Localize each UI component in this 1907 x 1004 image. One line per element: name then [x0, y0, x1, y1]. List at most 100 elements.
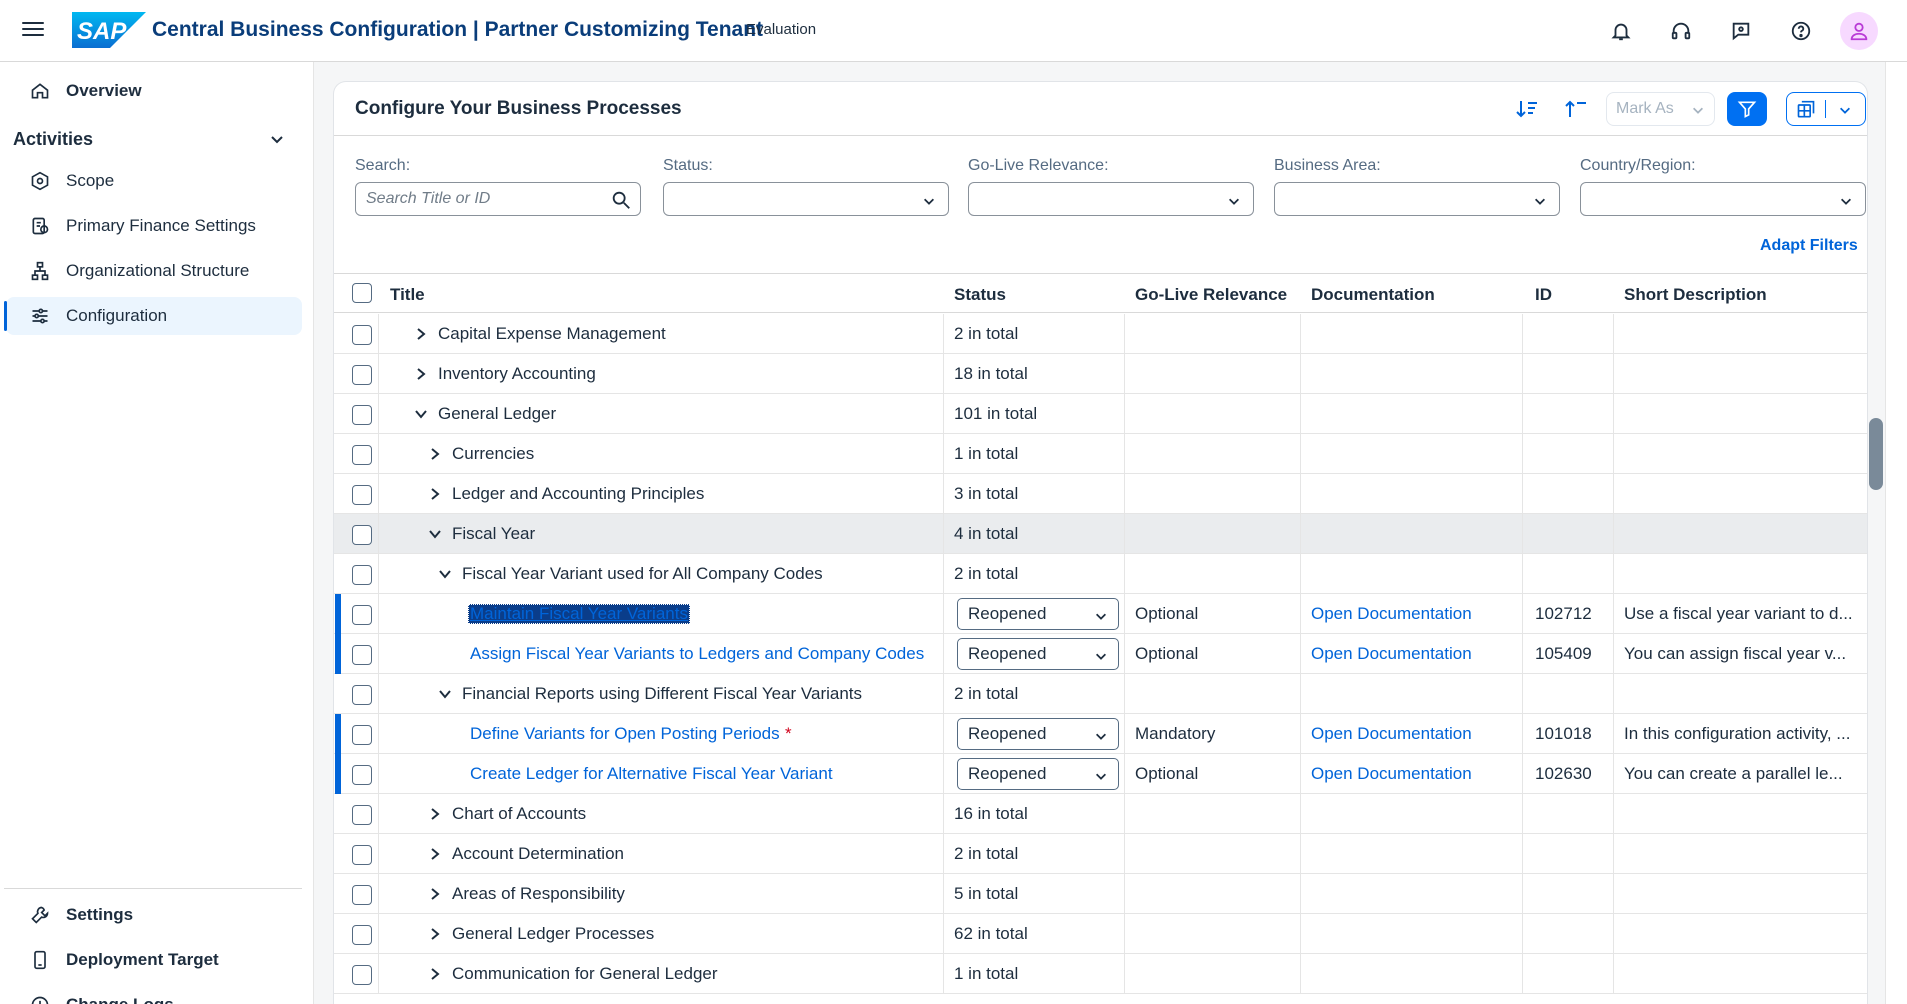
- nav-group-activities[interactable]: Activities: [13, 122, 303, 156]
- row-checkbox[interactable]: [352, 405, 372, 425]
- open-documentation-link[interactable]: Open Documentation: [1311, 764, 1472, 784]
- status-select[interactable]: [663, 182, 949, 216]
- golive-select[interactable]: [968, 182, 1254, 216]
- activity-title-link[interactable]: Create Ledger for Alternative Fiscal Yea…: [470, 764, 833, 784]
- row-checkbox[interactable]: [352, 525, 372, 545]
- chevron-down-icon[interactable]: [438, 687, 452, 701]
- sort-ascending-button[interactable]: [1558, 92, 1594, 126]
- row-checkbox[interactable]: [352, 565, 372, 585]
- table-settings-button[interactable]: [1786, 92, 1866, 126]
- activity-title-link[interactable]: Maintain Fiscal Year Variants: [468, 604, 690, 624]
- filter-button[interactable]: [1727, 92, 1767, 126]
- row-checkbox[interactable]: [352, 605, 372, 625]
- row-checkbox[interactable]: [352, 485, 372, 505]
- nav-overview[interactable]: Overview: [6, 72, 302, 110]
- mark-as-button[interactable]: Mark As: [1606, 92, 1715, 126]
- table-row[interactable]: Define Variants for Open Posting Periods…: [334, 714, 1867, 754]
- chevron-down-icon[interactable]: [428, 527, 442, 541]
- table-row[interactable]: Assign Fiscal Year Variants to Ledgers a…: [334, 634, 1867, 674]
- row-checkbox[interactable]: [352, 925, 372, 945]
- chevron-right-icon[interactable]: [428, 447, 442, 461]
- bell-icon[interactable]: [1606, 16, 1636, 46]
- row-checkbox[interactable]: [352, 685, 372, 705]
- status-select[interactable]: Reopened: [957, 638, 1119, 670]
- chevron-right-icon[interactable]: [428, 487, 442, 501]
- chevron-right-icon[interactable]: [428, 847, 442, 861]
- search-input[interactable]: Search Title or ID: [355, 182, 641, 216]
- headset-icon[interactable]: [1666, 16, 1696, 46]
- open-documentation-link[interactable]: Open Documentation: [1311, 604, 1472, 624]
- chevron-down-icon[interactable]: [414, 407, 428, 421]
- row-checkbox[interactable]: [352, 965, 372, 985]
- user-avatar[interactable]: [1840, 12, 1878, 50]
- activity-title-link[interactable]: Define Variants for Open Posting Periods: [470, 724, 780, 744]
- chevron-right-icon[interactable]: [428, 887, 442, 901]
- country-select[interactable]: [1580, 182, 1866, 216]
- status-select[interactable]: Reopened: [957, 598, 1119, 630]
- table-row[interactable]: General Ledger 101 in total: [334, 394, 1867, 434]
- status-select[interactable]: Reopened: [957, 758, 1119, 790]
- chevron-right-icon[interactable]: [428, 807, 442, 821]
- table-row[interactable]: Fiscal Year 4 in total: [334, 514, 1867, 554]
- scrollbar-thumb[interactable]: [1869, 418, 1883, 490]
- sort-descending-button[interactable]: [1509, 92, 1545, 126]
- table-row[interactable]: Inventory Accounting 18 in total: [334, 354, 1867, 394]
- row-checkbox[interactable]: [352, 845, 372, 865]
- chevron-right-icon[interactable]: [414, 367, 428, 381]
- help-icon[interactable]: [1786, 16, 1816, 46]
- column-short-description[interactable]: Short Description: [1624, 285, 1767, 305]
- chevron-right-icon[interactable]: [428, 967, 442, 981]
- table-row[interactable]: General Ledger Processes 62 in total: [334, 914, 1867, 954]
- table-row[interactable]: Maintain Fiscal Year Variants Reopened Opt…: [334, 594, 1867, 634]
- chevron-down-icon[interactable]: [438, 567, 452, 581]
- nav-deployment-target[interactable]: Deployment Target: [6, 941, 302, 979]
- row-checkbox[interactable]: [352, 725, 372, 745]
- open-documentation-link[interactable]: Open Documentation: [1311, 724, 1472, 744]
- chevron-right-icon[interactable]: [414, 327, 428, 341]
- table-row[interactable]: Communication for General Ledger 1 in tot…: [334, 954, 1867, 994]
- select-all-checkbox[interactable]: [352, 283, 372, 303]
- column-documentation[interactable]: Documentation: [1311, 285, 1435, 305]
- menu-icon[interactable]: [20, 18, 46, 44]
- table-row[interactable]: Ledger and Accounting Principles 3 in tot…: [334, 474, 1867, 514]
- table-row[interactable]: Fiscal Year Variant used for All Company…: [334, 554, 1867, 594]
- row-checkbox[interactable]: [352, 645, 372, 665]
- row-highlight-marker: [335, 714, 341, 754]
- nav-settings[interactable]: Settings: [6, 896, 302, 934]
- table-row[interactable]: Areas of Responsibility 5 in total: [334, 874, 1867, 914]
- row-checkbox[interactable]: [352, 445, 372, 465]
- nav-item-primary-finance-settings[interactable]: Primary Finance Settings: [6, 207, 302, 245]
- nav-change-logs[interactable]: Change Logs: [6, 986, 302, 1004]
- table-row[interactable]: Capital Expense Management 2 in total: [334, 314, 1867, 354]
- sap-logo[interactable]: SAP: [72, 12, 146, 48]
- table-row[interactable]: Create Ledger for Alternative Fiscal Yea…: [334, 754, 1867, 794]
- column-divider: [1300, 314, 1301, 354]
- row-checkbox[interactable]: [352, 805, 372, 825]
- row-checkbox[interactable]: [352, 765, 372, 785]
- activity-title-link[interactable]: Assign Fiscal Year Variants to Ledgers a…: [470, 644, 924, 664]
- table-row[interactable]: Financial Reports using Different Fiscal…: [334, 674, 1867, 714]
- feedback-icon[interactable]: [1726, 16, 1756, 46]
- nav-item-organizational-structure[interactable]: Organizational Structure: [6, 252, 302, 290]
- table-row[interactable]: Account Determination 2 in total: [334, 834, 1867, 874]
- nav-item-scope[interactable]: Scope: [6, 162, 302, 200]
- chevron-right-icon[interactable]: [428, 927, 442, 941]
- column-status[interactable]: Status: [954, 285, 1006, 305]
- row-checkbox[interactable]: [352, 325, 372, 345]
- business-area-select[interactable]: [1274, 182, 1560, 216]
- column-divider: [378, 594, 379, 634]
- table-row[interactable]: Chart of Accounts 16 in total: [334, 794, 1867, 834]
- status-select[interactable]: Reopened: [957, 718, 1119, 750]
- column-id[interactable]: ID: [1535, 285, 1552, 305]
- adapt-filters-link[interactable]: Adapt Filters: [1760, 237, 1858, 255]
- search-icon[interactable]: [610, 189, 632, 211]
- row-checkbox[interactable]: [352, 365, 372, 385]
- column-golive[interactable]: Go-Live Relevance: [1135, 285, 1287, 305]
- group-title: Financial Reports using Different Fiscal…: [462, 684, 863, 703]
- table-row[interactable]: Currencies 1 in total: [334, 434, 1867, 474]
- open-documentation-link[interactable]: Open Documentation: [1311, 644, 1472, 664]
- row-checkbox[interactable]: [352, 885, 372, 905]
- short-description: You can create a parallel le...: [1624, 764, 1843, 783]
- column-title[interactable]: Title: [390, 285, 425, 305]
- nav-item-configuration[interactable]: Configuration: [4, 297, 302, 335]
